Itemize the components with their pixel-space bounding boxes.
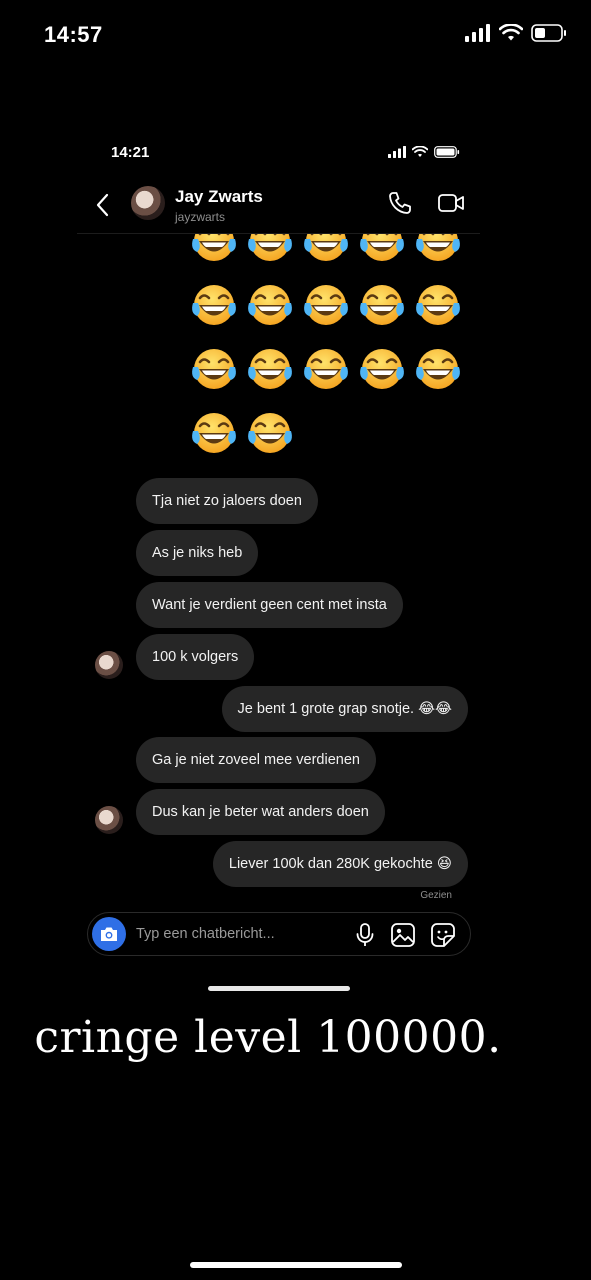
back-arrow-icon[interactable]: [93, 192, 113, 218]
laughing-tears-emoji-icon: [301, 281, 351, 331]
sender-avatar[interactable]: [95, 806, 123, 834]
laughing-tears-emoji-icon: [301, 345, 351, 395]
laughing-tears-emoji-icon: [357, 345, 407, 395]
camera-icon: [101, 927, 117, 941]
laughing-tears-emoji-icon: [245, 234, 295, 267]
inner-home-indicator: [208, 986, 350, 991]
incoming-message[interactable]: Tja niet zo jaloers doen: [136, 478, 318, 524]
contact-avatar[interactable]: [131, 186, 165, 220]
incoming-message[interactable]: Want je verdient geen cent met insta: [136, 582, 403, 628]
inner-clock: 14:21: [111, 144, 150, 161]
incoming-message[interactable]: As je niks heb: [136, 530, 259, 576]
incoming-message[interactable]: Ga je niet zoveel mee verdienen: [136, 737, 376, 783]
emoji-message: [189, 234, 479, 466]
laughing-tears-emoji-icon: [189, 281, 239, 331]
microphone-icon[interactable]: [354, 922, 376, 948]
laughing-tears-emoji-icon: [413, 281, 463, 331]
laughing-tears-emoji-icon: [189, 234, 239, 267]
sticker-icon[interactable]: [430, 922, 456, 948]
video-call-icon[interactable]: [437, 190, 465, 216]
laughing-tears-emoji-icon: [413, 345, 463, 395]
laughing-tears-emoji-icon: [245, 281, 295, 331]
seen-status: Gezien: [420, 890, 452, 901]
emoji-row: [189, 274, 479, 338]
laughing-tears-emoji-icon: [357, 234, 407, 267]
caption-text: cringe level 100000.: [34, 1012, 502, 1063]
outer-clock: 14:57: [44, 22, 103, 47]
contact-name[interactable]: Jay Zwarts: [175, 187, 263, 207]
signal-icon: [465, 24, 490, 42]
contact-handle[interactable]: jayzwarts: [175, 210, 225, 224]
battery-icon: [531, 24, 566, 42]
battery-icon: [434, 146, 460, 158]
message-composer: [87, 912, 471, 956]
phone-call-icon[interactable]: [387, 190, 413, 216]
emoji-row: [189, 402, 479, 466]
inner-status-icons: [388, 146, 460, 158]
wifi-icon: [412, 146, 428, 157]
outer-status-icons: [465, 24, 567, 42]
laughing-tears-emoji-icon: [245, 409, 295, 459]
incoming-message[interactable]: 100 k volgers: [136, 634, 255, 680]
home-indicator[interactable]: [190, 1262, 402, 1268]
laughing-tears-emoji-icon: [245, 345, 295, 395]
laughing-tears-emoji-icon: [357, 281, 407, 331]
inner-screenshot: 14:21 Jay Zwarts jayzwarts Tja niet zo j…: [77, 118, 480, 998]
laughing-tears-emoji-icon: [301, 234, 351, 267]
outgoing-message[interactable]: Liever 100k dan 280K gekochte 😆: [212, 841, 468, 887]
laughing-tears-emoji-icon: [189, 409, 239, 459]
sender-avatar[interactable]: [95, 651, 123, 679]
wifi-icon: [499, 24, 523, 41]
chat-header: Jay Zwarts jayzwarts: [77, 178, 480, 234]
gallery-icon[interactable]: [390, 922, 416, 948]
emoji-row: [189, 234, 479, 274]
laughing-tears-emoji-icon: [413, 234, 463, 267]
camera-button[interactable]: [92, 917, 126, 951]
incoming-message[interactable]: Dus kan je beter wat anders doen: [136, 789, 385, 835]
signal-icon: [388, 146, 406, 158]
laughing-tears-emoji-icon: [189, 345, 239, 395]
outer-status-bar: 14:57: [0, 0, 591, 70]
outgoing-message[interactable]: Je bent 1 grote grap snotje. 😂😂: [221, 686, 468, 732]
message-input[interactable]: [136, 923, 336, 945]
emoji-row: [189, 338, 479, 402]
message-list[interactable]: Tja niet zo jaloers doen As je niks heb Wa…: [77, 234, 480, 914]
